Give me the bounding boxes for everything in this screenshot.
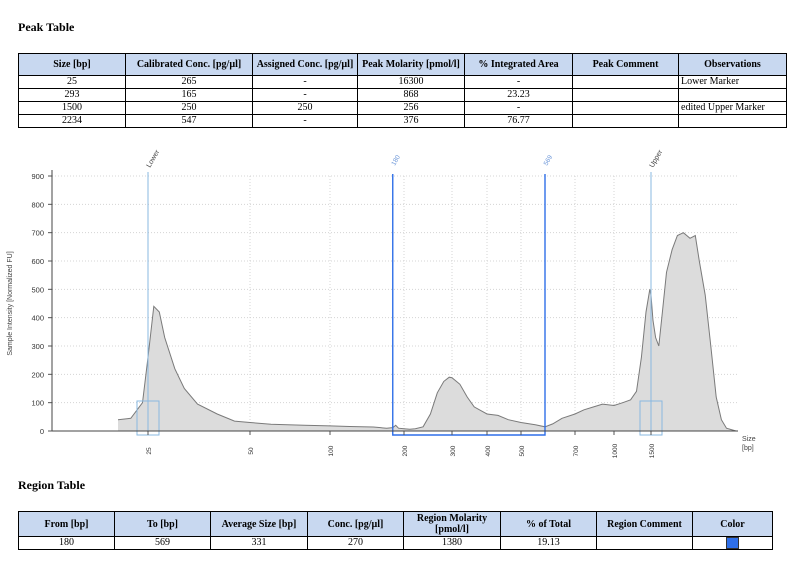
region-bound-label: 569 [543, 154, 555, 167]
x-axis-title-part: Size [742, 436, 756, 443]
peak-table-cell: 293 [18, 88, 126, 102]
peak-table-cell [572, 88, 679, 102]
peak-table-row: 293 165-868 23.23 [18, 88, 787, 102]
y-tick-label: 500 [31, 285, 44, 294]
peak-table-cell [678, 114, 787, 128]
region-table-header: From [bp] [18, 511, 115, 537]
peak-table-header: Size [bp] [18, 53, 126, 76]
y-tick-label: 600 [31, 257, 44, 266]
peak-table-cell: edited Upper Marker [678, 101, 787, 115]
region-table-cell [692, 535, 773, 551]
peak-table-cell: 25 [18, 75, 126, 89]
marker-label: Lower [146, 148, 162, 169]
peak-table-cell: 16300 [357, 75, 465, 89]
peak-table-cell [678, 88, 787, 102]
peak-table-header: % Integrated Area [464, 53, 573, 76]
peak-table-cell: - [464, 75, 573, 89]
region-table-cell: 270 [307, 535, 404, 551]
peak-table-cell [572, 75, 679, 89]
peak-table-row: 25 265-16300- Lower Marker [18, 75, 787, 89]
x-tick-label: 50 [248, 447, 255, 455]
region-table-header: To [bp] [114, 511, 211, 537]
peak-table-title: Peak Table [18, 20, 75, 34]
peak-table-cell: 23.23 [464, 88, 573, 102]
region-table-cell: 331 [210, 535, 308, 551]
region-table-cell: 1380 [403, 535, 501, 551]
peak-table-cell: 2234 [18, 114, 126, 128]
region-table-row: 180 569 331 270 1380 19.13 [18, 535, 773, 551]
region-table-title: Region Table [18, 478, 86, 492]
peak-table-cell [572, 101, 679, 115]
peak-table: Size [bp] Calibrated Conc. [pg/µl] Assigne… [18, 53, 787, 128]
y-tick-label: 100 [31, 399, 44, 408]
peak-table-cell: 547 [125, 114, 253, 128]
peak-table-row: 2234 547-376 76.77 [18, 114, 787, 128]
peak-table-cell: 1500 [18, 101, 126, 115]
peak-table-header: Assigned Conc. [pg/µl] [252, 53, 358, 76]
peak-table-cell: 76.77 [464, 114, 573, 128]
region-table-header: Region Molarity [pmol/l] [403, 511, 501, 537]
peak-table-cell: 265 [125, 75, 253, 89]
peak-table-header: Calibrated Conc. [pg/µl] [125, 53, 253, 76]
peak-table-cell: 376 [357, 114, 465, 128]
peak-table-cell: 256 [357, 101, 465, 115]
y-tick-label: 900 [31, 172, 44, 181]
region-table-cell [596, 535, 693, 551]
region-table-cell: 19.13 [500, 535, 597, 551]
peak-table-cell: Lower Marker [678, 75, 787, 89]
peak-table-cell: 250 [125, 101, 253, 115]
region-table-header: Region Comment [596, 511, 693, 537]
y-tick-label: 300 [31, 342, 44, 351]
x-tick-label: 25 [146, 447, 153, 455]
peak-table-header: Observations [678, 53, 787, 76]
peak-table-header: Peak Molarity [pmol/l] [357, 53, 465, 76]
x-tick-label: 1000 [612, 443, 619, 458]
region-table-header: % of Total [500, 511, 597, 537]
peak-table-cell: 165 [125, 88, 253, 102]
region-table-header: Average Size [bp] [210, 511, 308, 537]
region-table-cell: 569 [114, 535, 211, 551]
region-table-header: Color [692, 511, 773, 537]
peak-table-header: Peak Comment [572, 53, 679, 76]
region-bound-label: 180 [390, 154, 402, 167]
peak-table-cell: - [252, 114, 358, 128]
peak-table-cell: - [252, 88, 358, 102]
y-tick-label: 400 [31, 314, 44, 323]
x-tick-label: 200 [402, 445, 409, 456]
x-tick-label: 500 [519, 445, 526, 456]
region-bracket [392, 174, 546, 436]
x-tick-label: 100 [328, 445, 335, 456]
region-table-header: Conc. [pg/µl] [307, 511, 404, 537]
x-axis-title: Size [bp] [742, 436, 756, 452]
region-table: From [bp] To [bp] Average Size [bp] Conc. [… [18, 511, 773, 551]
y-tick-label: 0 [40, 427, 44, 436]
x-tick-label: 1500 [649, 443, 656, 458]
y-axis-title: Sample Intensity [Normalized FU] [7, 251, 14, 355]
marker-label: Upper [649, 148, 665, 169]
peak-table-row: 1500 250 250 256- edited Upper Marker [18, 101, 787, 115]
peak-table-cell: 250 [252, 101, 358, 115]
y-tick-label: 700 [31, 229, 44, 238]
y-tick-label: 800 [31, 200, 44, 209]
peak-table-cell [572, 114, 679, 128]
x-tick-label: 400 [485, 445, 492, 456]
electropherogram-chart: 0 100 200 300 400 500 600 700 800 900 25 50 100 200 30… [7, 148, 756, 458]
x-tick-label: 300 [450, 445, 457, 456]
region-table-cell: 180 [18, 535, 115, 551]
y-tick-label: 200 [31, 370, 44, 379]
peak-table-cell: - [464, 101, 573, 115]
x-tick-label: 700 [573, 445, 580, 456]
peak-table-cell: - [252, 75, 358, 89]
x-axis-title-part: [bp] [742, 445, 754, 452]
region-color-swatch [726, 537, 739, 549]
peak-table-cell: 868 [357, 88, 465, 102]
